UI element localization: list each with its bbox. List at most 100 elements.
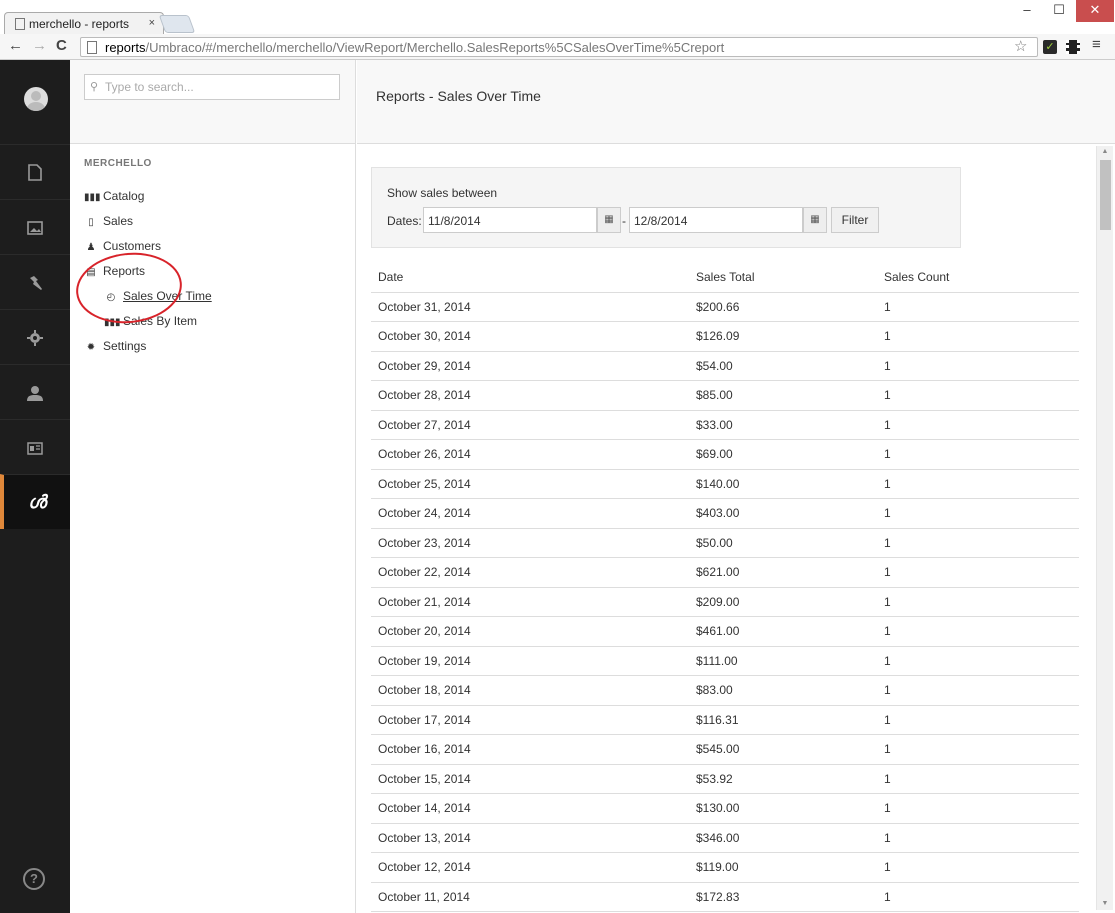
cell-sales-count: 1 xyxy=(877,646,1079,676)
scroll-thumb[interactable] xyxy=(1100,160,1111,230)
cell-sales-count: 1 xyxy=(877,793,1079,824)
contact-card-icon[interactable] xyxy=(0,419,70,474)
cell-sales-total: $50.00 xyxy=(689,528,877,558)
user-icon: ♟ xyxy=(86,242,96,253)
scroll-up-icon[interactable]: ▲ xyxy=(1097,146,1113,158)
cell-sales-total: $621.00 xyxy=(689,557,877,588)
cell-date: October 21, 2014 xyxy=(371,587,689,617)
url-host: reports xyxy=(105,40,146,55)
cell-sales-count: 1 xyxy=(877,734,1079,765)
tree-item-sales[interactable]: ▯ Sales xyxy=(84,214,133,228)
cell-sales-total: $403.00 xyxy=(689,498,877,529)
table-row: October 24, 2014 $403.00 1 xyxy=(371,498,1079,529)
cell-sales-count: 1 xyxy=(877,852,1079,883)
forward-arrow-icon[interactable]: → xyxy=(32,38,47,54)
cell-sales-count: 1 xyxy=(877,321,1079,352)
search-icon: ⚲ xyxy=(90,81,99,93)
content-icon[interactable] xyxy=(0,144,70,199)
browser-tab[interactable]: merchello - reports × xyxy=(4,12,164,36)
cell-sales-count: 1 xyxy=(877,528,1079,558)
tree-header: ⚲ Type to search... xyxy=(70,60,355,144)
page-icon xyxy=(87,41,97,54)
calendar-icon[interactable]: ▦ xyxy=(597,207,621,233)
tree-item-customers[interactable]: ♟ Customers xyxy=(84,239,162,253)
calendar-icon[interactable]: ▦ xyxy=(803,207,827,233)
table-row: October 17, 2014 $116.31 1 xyxy=(371,705,1079,735)
filter-button[interactable]: Filter xyxy=(831,207,879,233)
search-input[interactable]: ⚲ Type to search... xyxy=(84,74,340,100)
app-sections-bar: ൾ ? xyxy=(0,60,70,913)
column-header-sales-total: Sales Total xyxy=(689,263,877,293)
window-maximize-button[interactable]: ☐ xyxy=(1044,0,1074,22)
cell-sales-total: $54.00 xyxy=(689,351,877,381)
cell-sales-count: 1 xyxy=(877,498,1079,529)
cell-date: October 19, 2014 xyxy=(371,646,689,676)
cell-sales-count: 1 xyxy=(877,705,1079,735)
url-path: /Umbraco/#/merchello/merchello/ViewRepor… xyxy=(145,40,725,55)
cell-sales-total: $200.66 xyxy=(689,292,877,322)
cell-sales-count: 1 xyxy=(877,616,1079,647)
cell-sales-count: 1 xyxy=(877,675,1079,706)
vertical-scrollbar[interactable]: ▲ ▼ xyxy=(1096,146,1113,910)
table-row: October 20, 2014 $461.00 1 xyxy=(371,616,1079,647)
cell-sales-count: 1 xyxy=(877,764,1079,794)
address-bar[interactable]: reports/Umbraco/#/merchello/merchello/Vi… xyxy=(80,37,1038,57)
cell-sales-total: $116.31 xyxy=(689,705,877,735)
cell-sales-count: 1 xyxy=(877,380,1079,411)
user-icon[interactable] xyxy=(0,364,70,419)
tree-item-catalog[interactable]: ▮▮▮ Catalog xyxy=(84,189,144,203)
table-row: October 23, 2014 $50.00 1 xyxy=(371,528,1079,558)
cell-sales-total: $53.92 xyxy=(689,764,877,794)
bookmark-star-icon[interactable]: ☆ xyxy=(1014,37,1027,55)
tree-section-title: MERCHELLO xyxy=(84,158,152,169)
scroll-down-icon[interactable]: ▼ xyxy=(1097,898,1113,910)
merchello-icon[interactable]: ൾ xyxy=(0,474,70,529)
table-row: October 12, 2014 $119.00 1 xyxy=(371,852,1079,883)
cell-date: October 20, 2014 xyxy=(371,616,689,647)
media-icon[interactable] xyxy=(0,199,70,254)
cell-sales-total: $126.09 xyxy=(689,321,877,352)
avatar[interactable] xyxy=(24,87,48,111)
date-from-input[interactable]: 11/8/2014 xyxy=(423,207,597,233)
wrench-icon[interactable] xyxy=(0,254,70,309)
receipt-icon: ▯ xyxy=(88,217,94,228)
cell-date: October 27, 2014 xyxy=(371,410,689,440)
window-close-button[interactable]: ✕ xyxy=(1076,0,1114,22)
cell-date: October 23, 2014 xyxy=(371,528,689,558)
browser-toolbar: ← → C reports/Umbraco/#/merchello/merche… xyxy=(0,34,1115,60)
gear-icon: ✹ xyxy=(86,342,96,353)
table-row: October 25, 2014 $140.00 1 xyxy=(371,469,1079,499)
column-header-sales-count: Sales Count xyxy=(877,263,1079,293)
table-row: October 13, 2014 $346.00 1 xyxy=(371,823,1079,853)
table-header-row: Date Sales Total Sales Count xyxy=(371,263,1079,293)
tree-item-settings[interactable]: ✹ Settings xyxy=(84,339,147,353)
window-minimize-button[interactable]: – xyxy=(1012,0,1042,22)
cell-date: October 12, 2014 xyxy=(371,852,689,883)
cell-date: October 14, 2014 xyxy=(371,793,689,824)
cell-date: October 15, 2014 xyxy=(371,764,689,794)
back-arrow-icon[interactable]: ← xyxy=(8,38,23,54)
tab-close-icon[interactable]: × xyxy=(149,17,155,29)
cell-sales-total: $83.00 xyxy=(689,675,877,706)
cell-sales-total: $119.00 xyxy=(689,852,877,883)
cell-sales-total: $172.83 xyxy=(689,882,877,912)
cell-date: October 17, 2014 xyxy=(371,705,689,735)
reload-icon[interactable]: C xyxy=(56,38,67,54)
cell-date: October 29, 2014 xyxy=(371,351,689,381)
sales-report-table: Date Sales Total Sales Count October 31,… xyxy=(371,263,1079,912)
gear-icon[interactable] xyxy=(0,309,70,364)
cell-sales-total: $33.00 xyxy=(689,410,877,440)
page-title: Reports - Sales Over Time xyxy=(376,88,541,104)
new-tab-button[interactable] xyxy=(158,15,196,33)
help-icon[interactable]: ? xyxy=(23,868,45,890)
date-to-input[interactable]: 12/8/2014 xyxy=(629,207,803,233)
extension-film-icon[interactable] xyxy=(1066,40,1080,54)
extension-check-icon[interactable]: ✓ xyxy=(1043,40,1057,54)
date-separator: - xyxy=(622,214,626,228)
main-panel: Reports - Sales Over Time Show sales bet… xyxy=(357,60,1115,913)
cell-sales-total: $111.00 xyxy=(689,646,877,676)
table-row: October 30, 2014 $126.09 1 xyxy=(371,321,1079,352)
table-body: October 31, 2014 $200.66 1 October 30, 2014… xyxy=(371,292,1079,912)
browser-menu-icon[interactable]: ≡ xyxy=(1092,36,1101,53)
cell-sales-total: $545.00 xyxy=(689,734,877,765)
